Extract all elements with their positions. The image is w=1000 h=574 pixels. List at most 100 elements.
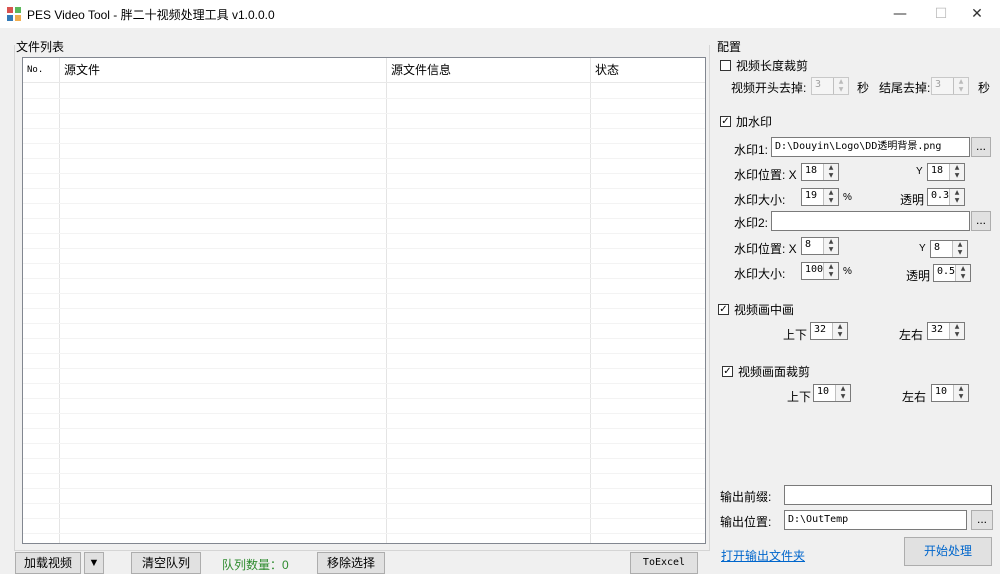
file-list-table[interactable]: No. 源文件 源文件信息 状态	[22, 57, 706, 544]
header-divider	[23, 82, 705, 83]
stepper-down-icon[interactable]: ▼	[833, 331, 847, 339]
watermark1-label: 水印1:	[734, 143, 769, 157]
trim-start-stepper[interactable]: 3 ▲ ▼	[811, 77, 849, 95]
trim-end-stepper[interactable]: 3 ▲ ▼	[931, 77, 969, 95]
row-gridline	[23, 128, 705, 129]
column-header-no[interactable]: No.	[23, 58, 60, 82]
stepper-down-icon[interactable]: ▼	[956, 273, 970, 281]
row-gridline	[23, 503, 705, 504]
watermark2-position-label: 水印位置: X	[734, 242, 797, 256]
stepper-down-icon[interactable]: ▼	[954, 86, 968, 94]
stepper-down-icon[interactable]: ▼	[824, 172, 838, 180]
column-header-status[interactable]: 状态	[591, 58, 705, 82]
watermark2-size-stepper[interactable]: 100 ▲ ▼	[801, 262, 839, 280]
clear-queue-button[interactable]: 清空队列	[131, 552, 201, 574]
watermark1-browse-button[interactable]: ...	[971, 137, 991, 157]
row-gridline	[23, 188, 705, 189]
trim-start-label: 视频开头去掉:	[731, 81, 807, 95]
output-browse-button[interactable]: ...	[971, 510, 993, 530]
watermark1-size-label: 水印大小:	[734, 193, 786, 207]
output-path-input[interactable]: D:\OutTemp	[784, 510, 967, 530]
stepper-up-icon[interactable]: ▲	[834, 78, 848, 86]
remove-selected-button[interactable]: 移除选择	[317, 552, 385, 574]
watermark2-y-stepper[interactable]: 8 ▲ ▼	[930, 240, 968, 258]
to-excel-button[interactable]: ToExcel	[630, 552, 698, 574]
row-gridline	[23, 173, 705, 174]
watermark2-size-label: 水印大小:	[734, 267, 786, 281]
stepper-up-icon[interactable]: ▲	[950, 164, 964, 172]
crop-checkbox[interactable]: ✓	[722, 366, 733, 377]
crop-updown-label: 上下	[787, 390, 812, 404]
output-prefix-input[interactable]	[784, 485, 992, 505]
minimize-button[interactable]: —	[877, 0, 923, 28]
stepper-up-icon[interactable]: ▲	[824, 238, 838, 246]
start-processing-button[interactable]: 开始处理	[904, 537, 992, 566]
watermark-checkbox[interactable]: ✓	[720, 116, 731, 127]
stepper-down-icon[interactable]: ▼	[954, 393, 968, 401]
stepper-down-icon[interactable]: ▼	[824, 271, 838, 279]
watermark1-opacity-stepper[interactable]: 0.3 ▲ ▼	[927, 188, 965, 206]
stepper-down-icon[interactable]: ▼	[824, 246, 838, 254]
stepper-down-icon[interactable]: ▼	[834, 86, 848, 94]
pip-updown-stepper[interactable]: 32 ▲ ▼	[810, 322, 848, 340]
watermark1-path-input[interactable]: D:\Douyin\Logo\DD透明背景.png	[771, 137, 970, 157]
watermark2-path-input[interactable]	[771, 211, 970, 231]
watermark2-opacity-stepper[interactable]: 0.5 ▲ ▼	[933, 264, 971, 282]
row-gridline	[23, 368, 705, 369]
crop-updown-stepper[interactable]: 10 ▲ ▼	[813, 384, 851, 402]
row-gridline	[23, 413, 705, 414]
watermark2-size-unit: %	[843, 266, 852, 277]
stepper-down-icon[interactable]: ▼	[836, 393, 850, 401]
row-gridline	[23, 518, 705, 519]
row-gridline	[23, 98, 705, 99]
watermark2-browse-button[interactable]: ...	[971, 211, 991, 231]
check-icon: ✓	[719, 304, 728, 315]
add-video-dropdown-button[interactable]: ▼	[84, 552, 104, 574]
stepper-down-icon[interactable]: ▼	[950, 197, 964, 205]
watermark2-x-stepper[interactable]: 8 ▲ ▼	[801, 237, 839, 255]
stepper-up-icon[interactable]: ▲	[956, 265, 970, 273]
stepper-up-icon[interactable]: ▲	[950, 189, 964, 197]
watermark1-x-stepper[interactable]: 18 ▲ ▼	[801, 163, 839, 181]
stepper-down-icon[interactable]: ▼	[950, 172, 964, 180]
trim-checkbox[interactable]	[720, 60, 731, 71]
stepper-up-icon[interactable]: ▲	[950, 323, 964, 331]
open-output-folder-link[interactable]: 打开输出文件夹	[721, 547, 805, 564]
stepper-up-icon[interactable]: ▲	[954, 78, 968, 86]
stepper-up-icon[interactable]: ▲	[833, 323, 847, 331]
crop-leftright-stepper[interactable]: 10 ▲ ▼	[931, 384, 969, 402]
row-gridline	[23, 158, 705, 159]
watermark1-size-unit: %	[843, 192, 852, 203]
row-gridline	[23, 233, 705, 234]
output-prefix-label: 输出前缀:	[720, 490, 772, 504]
stepper-up-icon[interactable]: ▲	[954, 385, 968, 393]
stepper-down-icon[interactable]: ▼	[953, 249, 967, 257]
watermark2-label: 水印2:	[734, 216, 769, 230]
stepper-down-icon[interactable]: ▼	[950, 331, 964, 339]
title-bar: PES Video Tool - 胖二十视频处理工具 v1.0.0.0 — ☐ …	[0, 0, 1000, 28]
watermark1-y-stepper[interactable]: 18 ▲ ▼	[927, 163, 965, 181]
stepper-up-icon[interactable]: ▲	[824, 189, 838, 197]
column-header-info[interactable]: 源文件信息	[387, 58, 591, 82]
watermark1-opacity-label: 透明	[900, 193, 925, 207]
row-gridline	[23, 338, 705, 339]
stepper-up-icon[interactable]: ▲	[836, 385, 850, 393]
pip-leftright-stepper[interactable]: 32 ▲ ▼	[927, 322, 965, 340]
config-group-title: 配置	[717, 40, 742, 54]
watermark1-size-stepper[interactable]: 19 ▲ ▼	[801, 188, 839, 206]
watermark1-position-label: 水印位置: X	[734, 168, 797, 182]
pip-checkbox[interactable]: ✓	[718, 304, 729, 315]
column-header-source[interactable]: 源文件	[60, 58, 387, 82]
stepper-up-icon[interactable]: ▲	[824, 164, 838, 172]
stepper-up-icon[interactable]: ▲	[824, 263, 838, 271]
stepper-up-icon[interactable]: ▲	[953, 241, 967, 249]
trim-end-unit: 秒	[978, 81, 991, 95]
output-path-label: 输出位置:	[720, 515, 772, 529]
close-button[interactable]: ✕	[954, 0, 1000, 28]
add-video-button[interactable]: 加载视频	[15, 552, 81, 574]
pip-leftright-label: 左右	[899, 328, 924, 342]
crop-leftright-label: 左右	[902, 390, 927, 404]
row-gridline	[23, 218, 705, 219]
stepper-down-icon[interactable]: ▼	[824, 197, 838, 205]
watermark2-y-label: Y	[919, 243, 926, 254]
